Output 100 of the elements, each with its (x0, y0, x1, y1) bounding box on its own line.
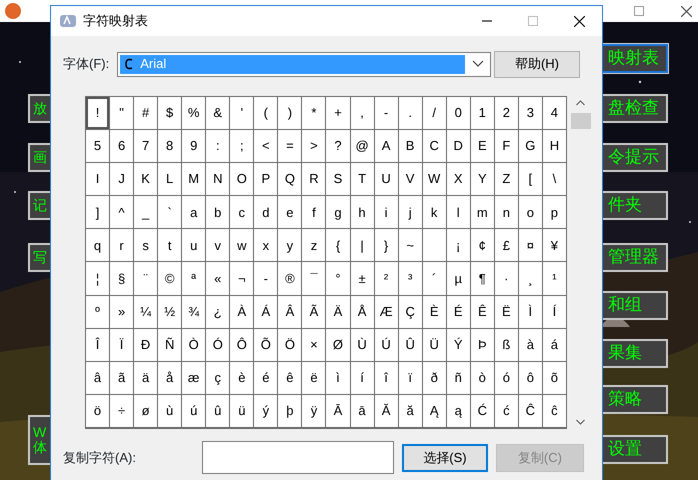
character-cell[interactable]: è (230, 362, 254, 394)
character-cell[interactable]: » (110, 296, 134, 328)
character-cell[interactable]: % (182, 97, 206, 130)
character-cell[interactable]: ? (326, 130, 350, 162)
character-cell[interactable]: Â (278, 296, 302, 328)
character-cell[interactable]: À (230, 296, 254, 328)
character-cell[interactable]: ß (494, 328, 518, 361)
character-cell[interactable]: n (494, 196, 518, 228)
character-cell[interactable]: M (182, 163, 206, 196)
character-cell[interactable]: á (542, 328, 566, 361)
character-cell[interactable]: ¤ (518, 229, 542, 262)
minimize-icon[interactable] (482, 20, 492, 22)
character-cell[interactable]: : (206, 130, 230, 162)
character-cell[interactable]: ÷ (110, 394, 134, 427)
character-cell[interactable]: f (302, 196, 326, 228)
character-cell[interactable]: c (230, 196, 254, 228)
copy-field[interactable] (202, 441, 394, 474)
character-cell[interactable]: w (230, 229, 254, 262)
character-cell[interactable]: ^ (110, 196, 134, 228)
character-cell[interactable]: 0 (446, 97, 470, 130)
character-cell[interactable]: Ò (182, 328, 206, 361)
character-cell[interactable]: Ô (230, 328, 254, 361)
character-cell[interactable]: 4 (542, 97, 566, 130)
close-icon[interactable] (681, 6, 692, 17)
character-cell[interactable]: « (206, 262, 230, 295)
character-cell[interactable]: × (302, 328, 326, 361)
character-cell[interactable]: j (398, 196, 422, 228)
character-cell[interactable]: s (134, 229, 158, 262)
character-cell[interactable]: Ã (302, 296, 326, 328)
character-cell[interactable]: Æ (374, 296, 398, 328)
character-cell[interactable]: ª (182, 262, 206, 295)
character-cell[interactable]: ñ (446, 362, 470, 394)
character-cell[interactable]: ā (350, 394, 374, 427)
character-cell[interactable]: 6 (110, 130, 134, 162)
character-cell[interactable]: W (422, 163, 446, 196)
character-cell[interactable]: 7 (134, 130, 158, 162)
character-cell[interactable]: H (542, 130, 566, 162)
character-cell[interactable]: ä (134, 362, 158, 394)
character-cell[interactable]: ; (230, 130, 254, 162)
character-cell[interactable]: Ć (470, 394, 494, 427)
character-cell[interactable]: ¨ (134, 262, 158, 295)
character-cell[interactable]: B (398, 130, 422, 162)
character-cell[interactable]: é (254, 362, 278, 394)
character-cell[interactable]: ð (422, 362, 446, 394)
character-cell[interactable]: Í (542, 296, 566, 328)
character-cell[interactable]: £ (494, 229, 518, 262)
character-cell[interactable]: l (446, 196, 470, 228)
character-cell[interactable]: · (494, 262, 518, 295)
character-cell[interactable]: ÿ (302, 394, 326, 427)
character-cell[interactable]: y (278, 229, 302, 262)
character-cell[interactable]: u (182, 229, 206, 262)
character-cell[interactable]: Ì (518, 296, 542, 328)
character-cell[interactable]: Ù (350, 328, 374, 361)
character-cell[interactable]: d (254, 196, 278, 228)
character-cell[interactable]: x (254, 229, 278, 262)
character-cell[interactable]: ! (86, 97, 110, 130)
character-cell[interactable]: 8 (158, 130, 182, 162)
character-cell[interactable]: " (110, 97, 134, 130)
character-cell[interactable]: ý (254, 394, 278, 427)
character-cell[interactable]: * (302, 97, 326, 130)
character-cell[interactable]: ü (230, 394, 254, 427)
character-cell[interactable]: } (374, 229, 398, 262)
character-cell[interactable]: , (350, 97, 374, 130)
character-cell[interactable]: ù (158, 394, 182, 427)
character-cell[interactable]: à (518, 328, 542, 361)
close-icon[interactable] (574, 16, 584, 26)
character-cell[interactable]: m (470, 196, 494, 228)
character-cell[interactable]: I (86, 163, 110, 196)
character-cell[interactable]: þ (278, 394, 302, 427)
character-cell[interactable]: z (302, 229, 326, 262)
character-cell[interactable]: ¼ (134, 296, 158, 328)
character-cell[interactable]: Ă (374, 394, 398, 427)
character-cell[interactable]: ¹ (542, 262, 566, 295)
character-cell[interactable]: ~ (398, 229, 422, 262)
character-cell[interactable]: É (446, 296, 470, 328)
character-cell[interactable]: + (326, 97, 350, 130)
character-cell[interactable]: ° (326, 262, 350, 295)
character-cell[interactable]: > (302, 130, 326, 162)
character-cell[interactable]: T (350, 163, 374, 196)
character-cell[interactable]: | (350, 229, 374, 262)
character-cell[interactable]: ă (398, 394, 422, 427)
character-cell[interactable]: Þ (470, 328, 494, 361)
character-cell[interactable]: g (326, 196, 350, 228)
character-cell[interactable]: & (206, 97, 230, 130)
character-cell[interactable]: ó (494, 362, 518, 394)
character-cell[interactable]: æ (182, 362, 206, 394)
character-cell[interactable] (422, 229, 446, 262)
character-cell[interactable]: ò (470, 362, 494, 394)
character-cell[interactable]: K (134, 163, 158, 196)
character-cell[interactable]: Y (470, 163, 494, 196)
character-cell[interactable]: ± (350, 262, 374, 295)
character-cell[interactable]: © (158, 262, 182, 295)
character-cell[interactable]: @ (350, 130, 374, 162)
character-cell[interactable]: ú (182, 394, 206, 427)
character-cell[interactable]: < (254, 130, 278, 162)
character-cell[interactable]: . (398, 97, 422, 130)
character-cell[interactable]: ø (134, 394, 158, 427)
character-cell[interactable]: Z (494, 163, 518, 196)
character-cell[interactable]: V (398, 163, 422, 196)
character-cell[interactable]: ´ (422, 262, 446, 295)
